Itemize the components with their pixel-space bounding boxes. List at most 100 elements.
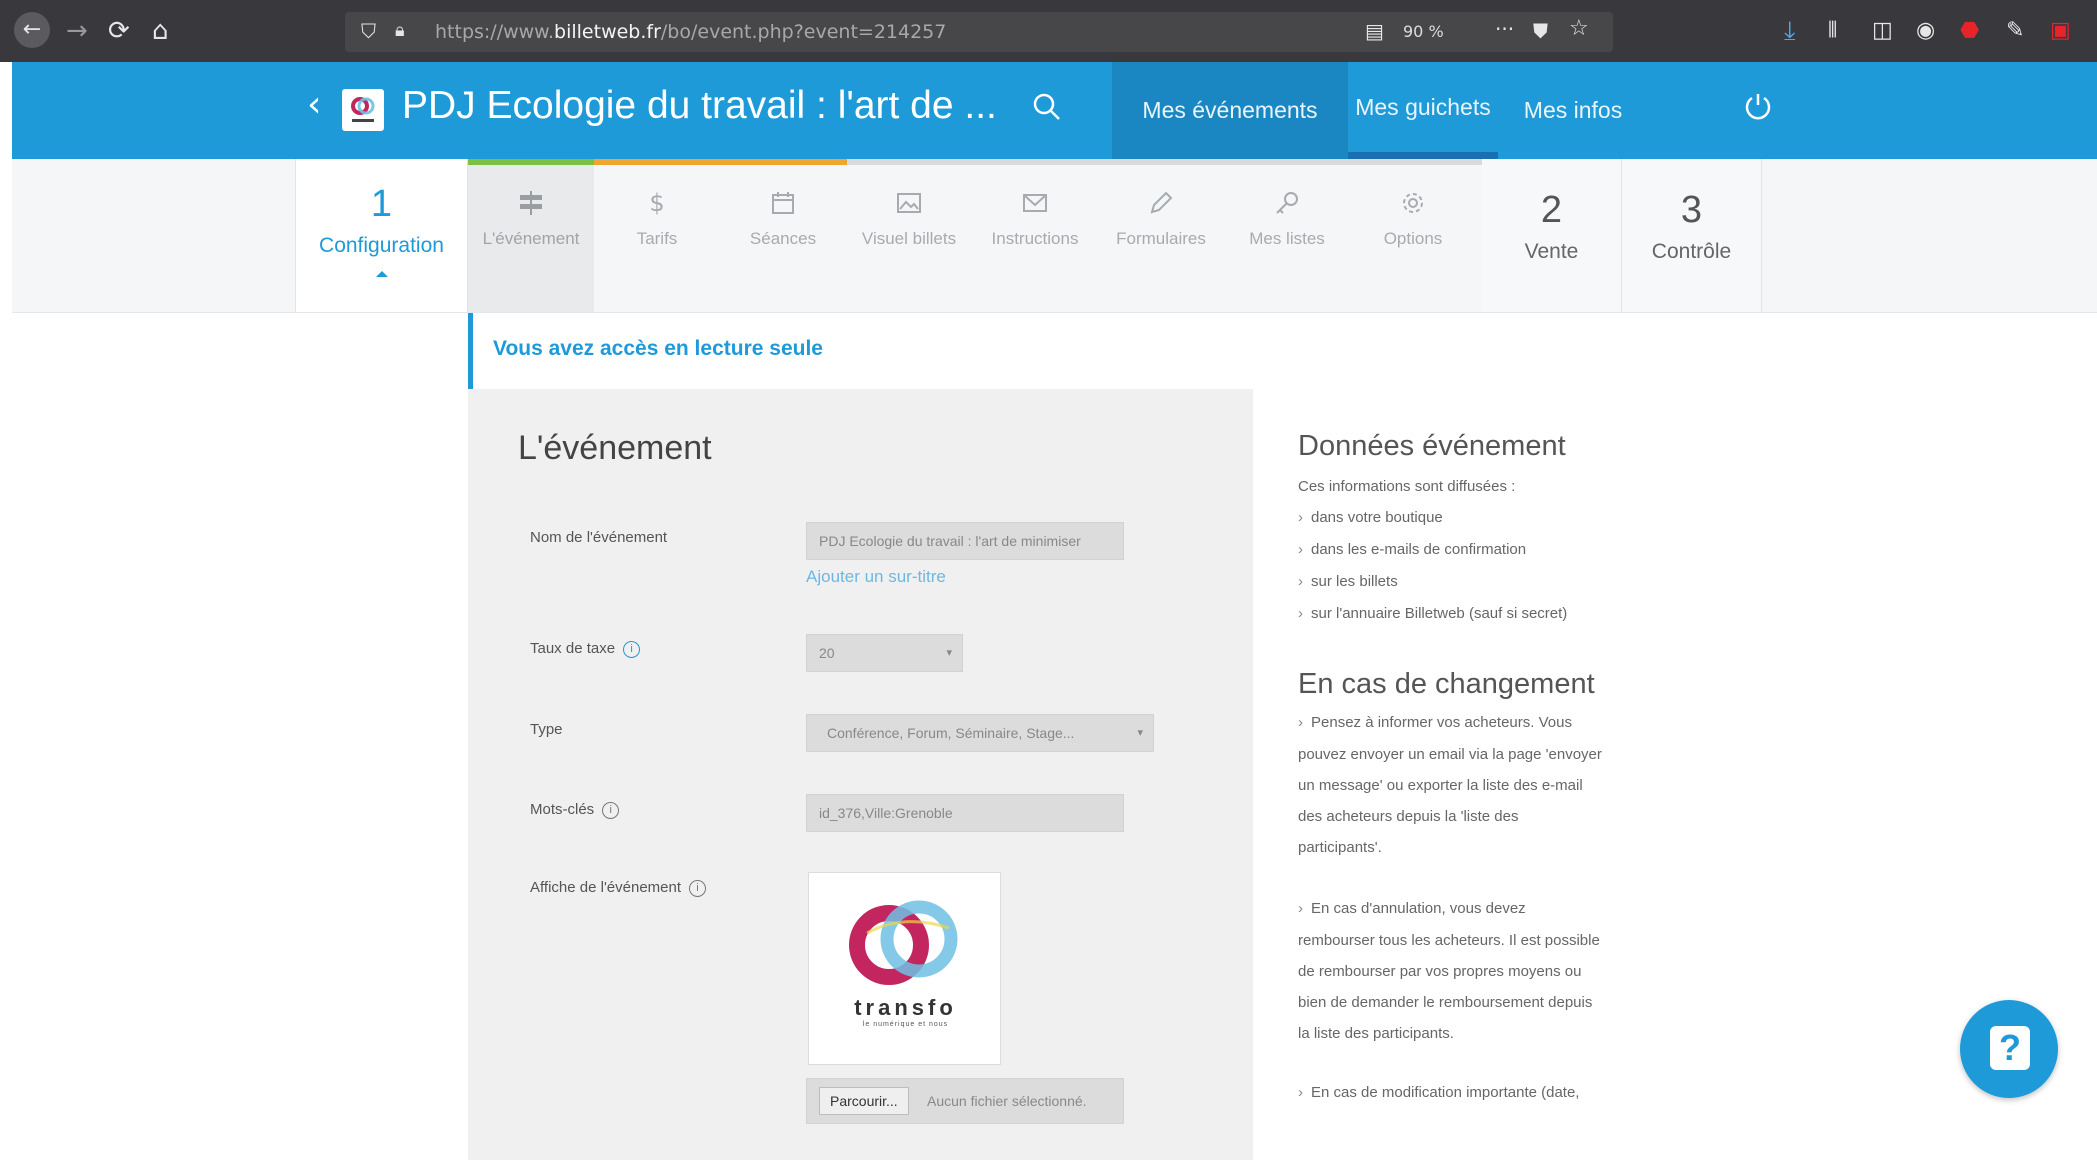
substep-label: Tarifs [636, 229, 678, 248]
event-name-input[interactable]: PDJ Ecologie du travail : l'art de minim… [806, 522, 1124, 560]
sidebar-para-inform: Pensez à informer vos acheteurs. Vous po… [1298, 707, 1638, 863]
step-configuration[interactable]: 1 Configuration [295, 159, 468, 312]
info-icon[interactable]: i [689, 879, 707, 897]
lock-icon: 🔒︎ [395, 20, 405, 41]
tax-rate-label: Taux de taxe [530, 640, 616, 657]
sidebar-intro: Ces informations sont diffusées : [1298, 478, 1516, 495]
poster-tagline: le numérique et nous [862, 1021, 949, 1028]
address-bar[interactable]: ⛉ 🔒︎ https://www.billetweb.fr/bo/event.p… [345, 12, 1613, 52]
extension-icon[interactable]: ✎ [2006, 16, 2024, 46]
keywords-input[interactable]: id_376,Ville:Grenoble [806, 794, 1124, 832]
step-controle[interactable]: 3 Contrôle [1622, 159, 1762, 312]
image-icon [897, 193, 921, 213]
poster-label-row: Affiche de l'événement i [530, 879, 707, 897]
substep-instructions[interactable]: Instructions [972, 165, 1098, 312]
tax-rate-value: 20 [819, 645, 835, 661]
account-icon[interactable]: ◉ [1916, 16, 1935, 46]
back-arrow-icon[interactable]: ← [14, 12, 50, 48]
substep-visuel-billets[interactable]: Visuel billets [846, 165, 972, 312]
substep-label: Mes listes [1249, 229, 1325, 248]
type-label: Type [530, 721, 563, 738]
info-icon[interactable]: i [602, 801, 620, 819]
sidebar-icon[interactable]: ◫ [1872, 16, 1893, 46]
readonly-banner: Vous avez accès en lecture seule [468, 313, 1268, 389]
substep-tarifs[interactable]: $ Tarifs [594, 165, 720, 312]
para-line: un message' ou exporter la liste des e-m… [1298, 777, 1583, 794]
substep-options[interactable]: Options [1350, 165, 1476, 312]
para-line: participants'. [1298, 839, 1382, 856]
keywords-label-row: Mots-clés i [530, 801, 620, 819]
para-line: des acheteurs depuis la 'liste des [1298, 808, 1519, 825]
substep-label: L'événement [482, 229, 580, 248]
help-button[interactable]: ? [1960, 1000, 2058, 1098]
back-icon[interactable]: ‹ [307, 84, 321, 125]
chevron-down-icon: ▾ [946, 647, 952, 659]
substep-label: Séances [749, 229, 817, 248]
pocket-icon[interactable]: ⛊ [1533, 16, 1548, 46]
event-form: L'événement Nom de l'événement PDJ Ecolo… [468, 389, 1253, 1160]
para-line: En cas d'annulation, vous devez [1298, 893, 1638, 925]
event-name-label: Nom de l'événement [530, 529, 668, 546]
step-number: 2 [1540, 189, 1563, 231]
readonly-notice: Vous avez accès en lecture seule [493, 337, 823, 360]
reader-view-icon[interactable]: ▤ [1365, 16, 1384, 46]
add-subtitle-link[interactable]: Ajouter un sur-titre [806, 567, 946, 587]
svg-text:$: $ [649, 189, 664, 217]
library-icon[interactable]: ⫴ [1828, 16, 1837, 46]
adblock-icon[interactable]: ⬣ [1960, 16, 1979, 46]
file-upload: Parcourir... Aucun fichier sélectionné. [806, 1078, 1124, 1124]
substep-label: Formulaires [1116, 229, 1206, 248]
form-title: L'événement [518, 429, 712, 467]
para-line: la liste des participants. [1298, 1025, 1454, 1042]
list-item: sur l'annuaire Billetweb (sauf si secret… [1298, 598, 1638, 630]
shield-icon[interactable]: ⛉ [361, 16, 376, 46]
step-vente[interactable]: 2 Vente [1482, 159, 1622, 312]
url-text[interactable]: https://www.billetweb.fr/bo/event.php?ev… [435, 21, 946, 43]
browse-button[interactable]: Parcourir... [819, 1087, 909, 1115]
sidebar-heading-change: En cas de changement [1298, 668, 1595, 700]
para-line: de rembourser par vos propres moyens ou [1298, 963, 1582, 980]
key-icon [1276, 192, 1298, 214]
help-icon: ? [1990, 1026, 2030, 1070]
download-icon[interactable]: ⤓ [1784, 16, 1796, 46]
transfo-logo [849, 900, 958, 985]
search-icon[interactable] [1032, 92, 1062, 127]
step-label: Contrôle [1651, 240, 1732, 263]
dollar-icon: $ [649, 189, 664, 217]
steps-bar: 1 Configuration L'événement $ Tarifs Séa… [12, 159, 2097, 313]
substep-seances[interactable]: Séances [720, 165, 846, 312]
gear-icon [1403, 193, 1423, 213]
nav-mes-guichets[interactable]: Mes guichets [1348, 62, 1498, 159]
substep-label: Options [1383, 229, 1443, 248]
home-icon[interactable]: ⌂ [152, 16, 169, 46]
pocket-save-icon[interactable]: ▣ [2050, 16, 2071, 46]
substep-formulaires[interactable]: Formulaires [1098, 165, 1224, 312]
para-line: Pensez à informer vos acheteurs. Vous [1298, 707, 1638, 739]
power-icon[interactable] [1742, 90, 1774, 127]
bookmark-star-icon[interactable]: ☆ [1569, 14, 1589, 44]
sidebar-list: dans votre boutique dans les e-mails de … [1298, 502, 1638, 630]
step-number: 3 [1680, 189, 1703, 231]
sidebar-para-modify: En cas de modification importante (date, [1298, 1077, 1638, 1109]
top-navbar: ‹ PDJ Ecologie du travail : l'art de ...… [12, 62, 2097, 159]
forward-arrow-icon[interactable]: → [66, 16, 88, 46]
tax-rate-select[interactable]: 20 ▾ [806, 634, 963, 672]
keywords-label: Mots-clés [530, 801, 595, 818]
substep-label: Visuel billets [861, 229, 957, 248]
substep-label: Instructions [991, 229, 1079, 248]
sidebar-para-cancel: En cas d'annulation, vous devez rembours… [1298, 893, 1638, 1049]
chevron-down-icon: ▾ [1137, 727, 1143, 739]
reload-icon[interactable]: ⟳ [108, 16, 130, 46]
more-icon[interactable]: ··· [1495, 14, 1514, 44]
active-caret-icon [376, 271, 388, 277]
info-icon[interactable]: i [623, 640, 641, 658]
substep-mes-listes[interactable]: Mes listes [1224, 165, 1350, 312]
signpost-icon [520, 191, 542, 215]
zoom-level[interactable]: 90 % [1403, 22, 1444, 41]
event-poster-image: transfo le numérique et nous [808, 872, 1001, 1065]
envelope-icon [1023, 194, 1047, 212]
type-select[interactable]: Conférence, Forum, Séminaire, Stage... ▾ [806, 714, 1154, 752]
nav-mes-evenements[interactable]: Mes événements [1112, 62, 1348, 159]
nav-mes-infos[interactable]: Mes infos [1498, 62, 1648, 159]
substep-evenement[interactable]: L'événement [468, 165, 594, 312]
